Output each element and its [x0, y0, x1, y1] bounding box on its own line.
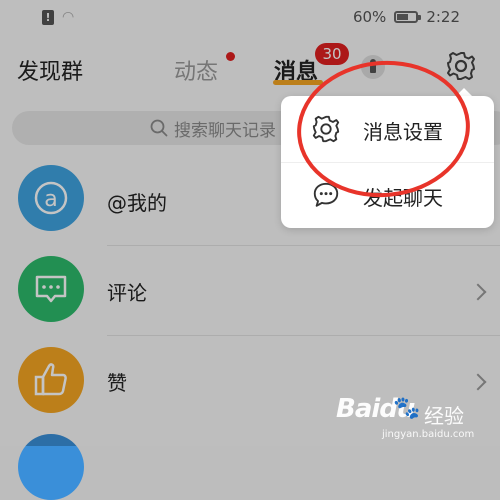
- baidu-watermark: Baidu 🐾 经验 jingyan.baidu.com: [336, 384, 486, 444]
- paw-icon: 🐾: [393, 396, 421, 421]
- watermark-product: 经验: [424, 404, 464, 428]
- watermark-url: jingyan.baidu.com: [382, 429, 475, 440]
